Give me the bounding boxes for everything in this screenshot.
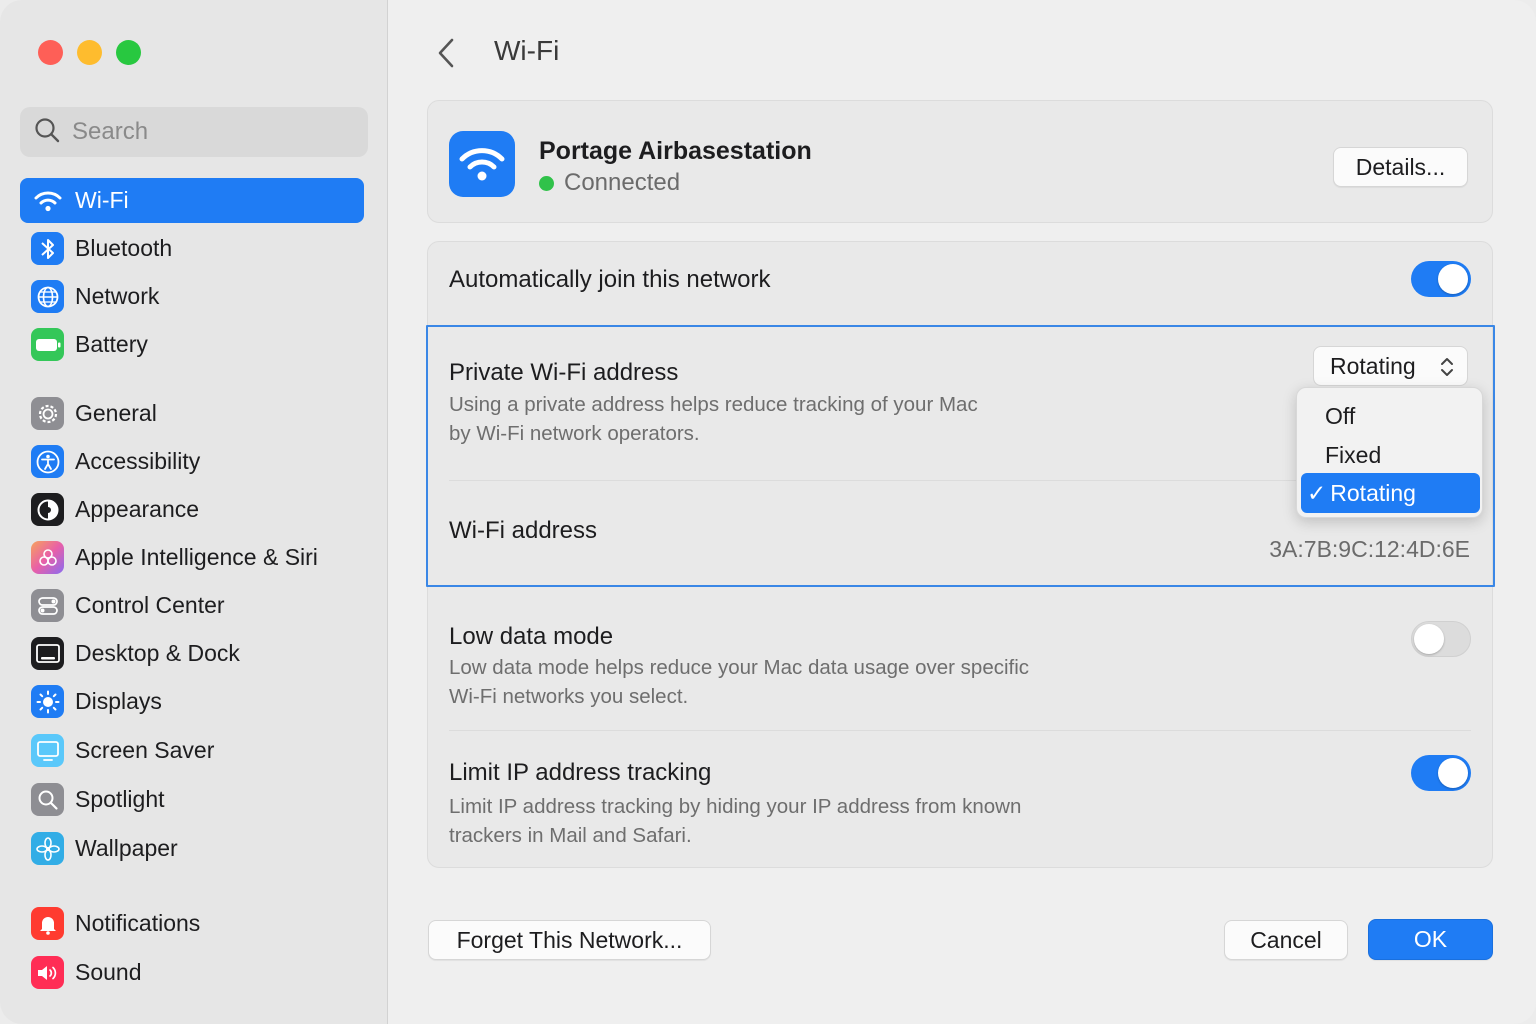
- wifi-icon: [449, 131, 515, 197]
- screen-saver-icon: [31, 734, 64, 767]
- low-data-mode-label: Low data mode: [449, 623, 614, 650]
- private-address-popup[interactable]: Rotating: [1313, 346, 1468, 386]
- sidebar-item-label: Sound: [75, 959, 142, 985]
- wifi-icon: [31, 184, 64, 217]
- sidebar-item-sound[interactable]: Sound: [20, 950, 364, 995]
- sidebar-item-label: Apple Intelligence & Siri: [75, 544, 318, 570]
- page-title: Wi-Fi: [494, 35, 560, 66]
- sidebar-item-accessibility[interactable]: Accessibility: [20, 439, 364, 484]
- network-name: Portage Airbasestation: [539, 137, 812, 165]
- zoom-window-button[interactable]: [116, 40, 141, 65]
- checkmark-icon: ✓: [1307, 479, 1327, 506]
- wifi-address-label: Wi-Fi address: [449, 517, 598, 544]
- speaker-icon: [31, 956, 64, 989]
- toggle-knob: [1438, 264, 1468, 294]
- search-icon: [34, 117, 60, 148]
- sidebar-item-label: Appearance: [75, 496, 200, 522]
- network-card: Portage Airbasestation Connected Details…: [427, 100, 1493, 223]
- desktop-dock-icon: [31, 637, 64, 670]
- sidebar-item-control-center[interactable]: Control Center: [20, 583, 364, 628]
- toggle-knob: [1414, 624, 1444, 654]
- menu-item-rotating[interactable]: ✓ Rotating: [1301, 473, 1480, 513]
- connected-status-dot: [539, 175, 554, 191]
- sidebar-item-network[interactable]: Network: [20, 274, 364, 319]
- sidebar-item-spotlight[interactable]: Spotlight: [20, 777, 364, 822]
- limit-ip-tracking-label: Limit IP address tracking: [449, 759, 712, 786]
- main-panel: Wi-Fi Portage Airbasestation Connected D…: [389, 0, 1536, 1024]
- connection-status-label: Connected: [564, 169, 681, 196]
- magnifier-icon: [31, 783, 64, 816]
- ok-button[interactable]: OK: [1368, 919, 1493, 960]
- sidebar-item-label: Accessibility: [75, 448, 201, 474]
- private-address-menu: Off Fixed ✓ Rotating: [1296, 387, 1483, 518]
- sidebar-item-label: Notifications: [75, 910, 201, 936]
- menu-item-fixed[interactable]: Fixed: [1301, 435, 1480, 475]
- cancel-button[interactable]: Cancel: [1224, 920, 1348, 960]
- limit-ip-tracking-toggle[interactable]: [1411, 755, 1471, 791]
- settings-window: Wi-Fi Bluetooth Network Ba: [0, 0, 1536, 1024]
- sidebar-item-label: Wallpaper: [75, 835, 178, 861]
- toggle-knob: [1438, 758, 1468, 788]
- menu-item-off[interactable]: Off: [1301, 396, 1480, 436]
- sidebar-item-battery[interactable]: Battery: [20, 322, 364, 367]
- private-address-description-line2: by Wi-Fi network operators.: [449, 422, 700, 445]
- sidebar-item-notifications[interactable]: Notifications: [20, 901, 364, 946]
- minimize-window-button[interactable]: [77, 40, 102, 65]
- limit-ip-tracking-description-line1: Limit IP address tracking by hiding your…: [449, 795, 1022, 818]
- sidebar-item-screen-saver[interactable]: Screen Saver: [20, 728, 364, 773]
- sidebar-item-label: Control Center: [75, 592, 225, 618]
- siri-icon: [31, 541, 64, 574]
- private-address-description-line1: Using a private address helps reduce tra…: [449, 393, 978, 416]
- sidebar-item-label: Network: [75, 283, 160, 309]
- search-input[interactable]: [72, 118, 352, 146]
- accessibility-icon: [31, 445, 64, 478]
- battery-icon: [31, 328, 64, 361]
- auto-join-toggle[interactable]: [1411, 261, 1471, 297]
- sidebar-item-label: Displays: [75, 688, 162, 714]
- sidebar-item-label: Wi-Fi: [75, 187, 129, 213]
- forget-network-button[interactable]: Forget This Network...: [428, 920, 711, 960]
- divider: [449, 730, 1471, 731]
- details-button[interactable]: Details...: [1333, 147, 1468, 187]
- bell-icon: [31, 907, 64, 940]
- auto-join-label: Automatically join this network: [449, 266, 771, 293]
- sidebar: Wi-Fi Bluetooth Network Ba: [0, 0, 388, 1024]
- back-button[interactable]: [431, 36, 461, 70]
- sidebar-item-label: Spotlight: [75, 786, 165, 812]
- sidebar-item-label: General: [75, 400, 157, 426]
- close-window-button[interactable]: [38, 40, 63, 65]
- menu-item-label: Rotating: [1330, 479, 1416, 506]
- sidebar-item-label: Desktop & Dock: [75, 640, 240, 666]
- sun-icon: [31, 685, 64, 718]
- sidebar-item-label: Screen Saver: [75, 737, 215, 763]
- sidebar-item-displays[interactable]: Displays: [20, 679, 364, 724]
- wifi-address-value: 3A:7B:9C:12:4D:6E: [1269, 536, 1470, 562]
- private-address-label: Private Wi-Fi address: [449, 359, 679, 386]
- sidebar-item-label: Bluetooth: [75, 235, 173, 261]
- sidebar-item-desktop-dock[interactable]: Desktop & Dock: [20, 631, 364, 676]
- low-data-mode-description-line2: Wi-Fi networks you select.: [449, 685, 689, 708]
- sidebar-item-bluetooth[interactable]: Bluetooth: [20, 226, 364, 271]
- control-center-icon: [31, 589, 64, 622]
- sidebar-item-general[interactable]: General: [20, 391, 364, 436]
- popup-selected-value: Rotating: [1330, 352, 1416, 379]
- globe-icon: [31, 280, 64, 313]
- low-data-mode-description-line1: Low data mode helps reduce your Mac data…: [449, 656, 1030, 679]
- sidebar-item-label: Battery: [75, 331, 148, 357]
- search-field[interactable]: [20, 107, 368, 157]
- window-controls: [38, 40, 141, 65]
- flower-icon: [31, 832, 64, 865]
- appearance-icon: [31, 493, 64, 526]
- up-down-chevron-icon: [1439, 355, 1455, 385]
- sidebar-item-wallpaper[interactable]: Wallpaper: [20, 826, 364, 871]
- sidebar-item-appearance[interactable]: Appearance: [20, 487, 364, 532]
- connection-status: Connected: [539, 169, 680, 197]
- sidebar-item-apple-intelligence-siri[interactable]: Apple Intelligence & Siri: [20, 535, 364, 580]
- low-data-mode-toggle[interactable]: [1411, 621, 1471, 657]
- chevron-left-icon: [438, 38, 454, 68]
- bluetooth-icon: [31, 232, 64, 265]
- limit-ip-tracking-description-line2: trackers in Mail and Safari.: [449, 824, 692, 847]
- gear-icon: [31, 397, 64, 430]
- sidebar-item-wifi[interactable]: Wi-Fi: [20, 178, 364, 223]
